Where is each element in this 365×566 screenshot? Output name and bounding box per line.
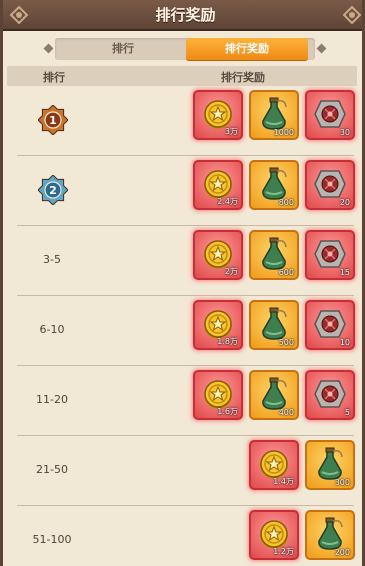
- column-header: 排行 排行奖励: [7, 66, 357, 86]
- reward-item[interactable]: 10: [305, 300, 355, 350]
- tab-bar: 排行 排行奖励: [43, 38, 327, 60]
- reward-item[interactable]: 30: [305, 90, 355, 140]
- column-rank-label: 排行: [43, 71, 65, 84]
- rank-label: 3-5: [43, 253, 61, 266]
- red-gem-icon: [311, 375, 349, 413]
- reward-amount: 400: [278, 408, 294, 417]
- reward-item[interactable]: 1.4万: [249, 440, 299, 490]
- reward-item[interactable]: 1.6万: [193, 370, 243, 420]
- reward-item[interactable]: 200: [305, 510, 355, 560]
- reward-row: 3-5 2万 600 15: [17, 226, 355, 296]
- reward-amount: 1.2万: [273, 547, 294, 556]
- tab-ranking[interactable]: 排行: [63, 38, 183, 60]
- rank-medal-icon: 2: [38, 175, 68, 205]
- reward-item[interactable]: 15: [305, 230, 355, 280]
- reward-row: 6-10 1.8万 500 10: [17, 296, 355, 366]
- reward-item[interactable]: 600: [249, 230, 299, 280]
- reward-amount: 2万: [224, 267, 238, 276]
- rank-label: 51-100: [32, 533, 72, 546]
- reward-amount: 1.8万: [217, 337, 238, 346]
- reward-row: 11-20 1.6万 400 5: [17, 366, 355, 436]
- reward-amount: 10: [339, 338, 350, 347]
- reward-item[interactable]: 1.2万: [249, 510, 299, 560]
- reward-item[interactable]: 800: [249, 160, 299, 210]
- diamond-icon: [43, 43, 54, 54]
- reward-item[interactable]: 2万: [193, 230, 243, 280]
- rank-label: 6-10: [39, 323, 65, 336]
- rank-reward-panel: 排行奖励 排行 排行奖励 排行 排行奖励 1 3万 1000 30 2 2.4万 800 20…: [0, 0, 365, 566]
- tab-ranking-rewards[interactable]: 排行奖励: [186, 38, 308, 60]
- reward-amount: 30: [339, 128, 350, 137]
- reward-amount: 800: [278, 198, 294, 207]
- rank-medal-icon: 1: [38, 105, 68, 135]
- reward-amount: 500: [278, 338, 294, 347]
- reward-amount: 200: [334, 548, 350, 557]
- svg-text:1: 1: [49, 114, 57, 127]
- panel-title: 排行奖励: [155, 6, 216, 24]
- reward-item[interactable]: 2.4万: [193, 160, 243, 210]
- ornament-icon: [342, 5, 362, 25]
- reward-row: 1 3万 1000 30: [17, 86, 355, 156]
- reward-amount: 15: [339, 268, 350, 277]
- column-reward-label: 排行奖励: [221, 71, 265, 84]
- diamond-icon: [316, 43, 327, 54]
- reward-item[interactable]: 300: [305, 440, 355, 490]
- reward-amount: 1.6万: [217, 407, 238, 416]
- reward-item[interactable]: 3万: [193, 90, 243, 140]
- svg-text:2: 2: [49, 184, 57, 197]
- reward-amount: 1000: [273, 128, 294, 137]
- reward-amount: 2.4万: [217, 197, 238, 206]
- reward-row: 2 2.4万 800 20: [17, 156, 355, 226]
- reward-item[interactable]: 5: [305, 370, 355, 420]
- reward-row: 21-50 1.4万 300: [17, 436, 355, 506]
- reward-item[interactable]: 400: [249, 370, 299, 420]
- reward-item[interactable]: 1.8万: [193, 300, 243, 350]
- panel-header: 排行奖励: [3, 0, 362, 31]
- reward-amount: 300: [334, 478, 350, 487]
- reward-row: 51-100 1.2万 200: [17, 506, 355, 566]
- reward-amount: 5: [344, 408, 350, 417]
- reward-item[interactable]: 20: [305, 160, 355, 210]
- reward-amount: 20: [339, 198, 350, 207]
- reward-amount: 1.4万: [273, 477, 294, 486]
- reward-item[interactable]: 1000: [249, 90, 299, 140]
- reward-item[interactable]: 500: [249, 300, 299, 350]
- rank-label: 21-50: [36, 463, 68, 476]
- reward-amount: 600: [278, 268, 294, 277]
- rank-label: 11-20: [36, 393, 68, 406]
- reward-amount: 3万: [224, 127, 238, 136]
